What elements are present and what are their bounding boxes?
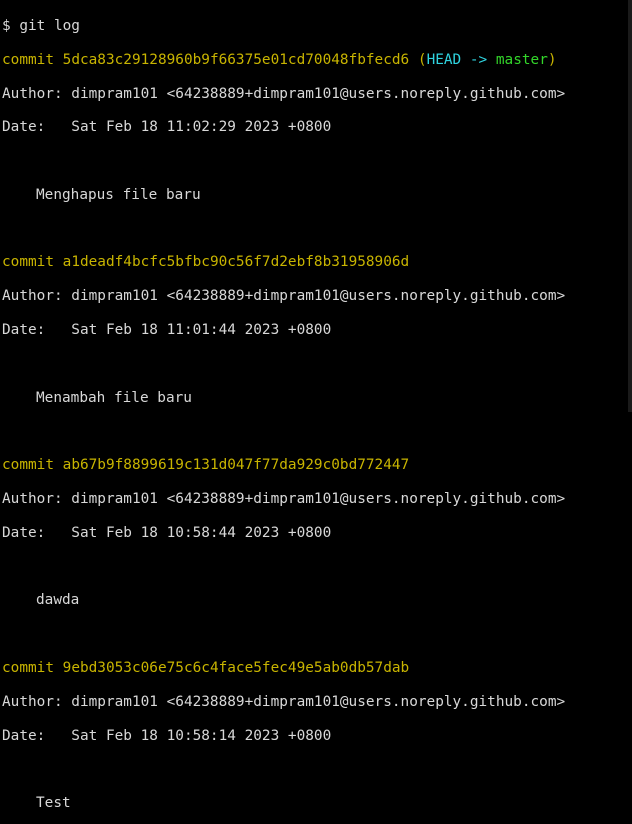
command-line: $ git log xyxy=(2,18,632,35)
terminal-window[interactable]: $ git log commit 5dca83c29128960b9f66375… xyxy=(0,0,632,811)
commit-keyword: commit xyxy=(2,457,54,474)
commit-header-3: commit ab67b9f8899619c131d047f77da929c0b… xyxy=(2,457,632,474)
commit-keyword: commit xyxy=(2,51,54,68)
ref-head: HEAD -> xyxy=(426,51,496,68)
commit-keyword: commit xyxy=(2,660,54,677)
commit-hash: a1deadf4bcfc5bfbc90c56f7d2ebf8b31958906d xyxy=(62,254,410,271)
commit-date-1: Date: Sat Feb 18 11:02:29 2023 +0800 xyxy=(2,119,332,136)
commit-hash: 9ebd3053c06e75c6c4face5fec49e5ab0db57dab xyxy=(62,660,410,677)
ref-close-paren: ) xyxy=(547,51,557,68)
scrollbar[interactable] xyxy=(628,0,632,412)
commit-date-3: Date: Sat Feb 18 10:58:44 2023 +0800 xyxy=(2,524,332,541)
commit-message-4: Test xyxy=(36,795,71,812)
commit-hash: 5dca83c29128960b9f66375e01cd70048fbfecd6 xyxy=(62,51,410,68)
commit-author-2: Author: dimpram101 <64238889+dimpram101@… xyxy=(2,288,566,305)
commit-message-1: Menghapus file baru xyxy=(36,186,201,203)
commit-keyword: commit xyxy=(2,254,54,271)
commit-message-2: Menambah file baru xyxy=(36,389,192,406)
command-text: $ git log xyxy=(2,17,80,34)
commit-hash: ab67b9f8899619c131d047f77da929c0bd772447 xyxy=(62,457,410,474)
commit-author-3: Author: dimpram101 <64238889+dimpram101@… xyxy=(2,491,566,508)
commit-message-3: dawda xyxy=(36,592,80,609)
ref-open-paren: ( xyxy=(417,51,427,68)
commit-header-1: commit 5dca83c29128960b9f66375e01cd70048… xyxy=(2,52,632,69)
scrollbar-thumb[interactable] xyxy=(628,0,632,412)
commit-author-1: Author: dimpram101 <64238889+dimpram101@… xyxy=(2,85,566,102)
commit-date-4: Date: Sat Feb 18 10:58:14 2023 +0800 xyxy=(2,727,332,744)
commit-author-4: Author: dimpram101 <64238889+dimpram101@… xyxy=(2,693,566,710)
commit-header-2: commit a1deadf4bcfc5bfbc90c56f7d2ebf8b31… xyxy=(2,254,632,271)
ref-branch: master xyxy=(495,51,548,68)
commit-date-2: Date: Sat Feb 18 11:01:44 2023 +0800 xyxy=(2,322,332,339)
commit-header-4: commit 9ebd3053c06e75c6c4face5fec49e5ab0… xyxy=(2,660,632,677)
